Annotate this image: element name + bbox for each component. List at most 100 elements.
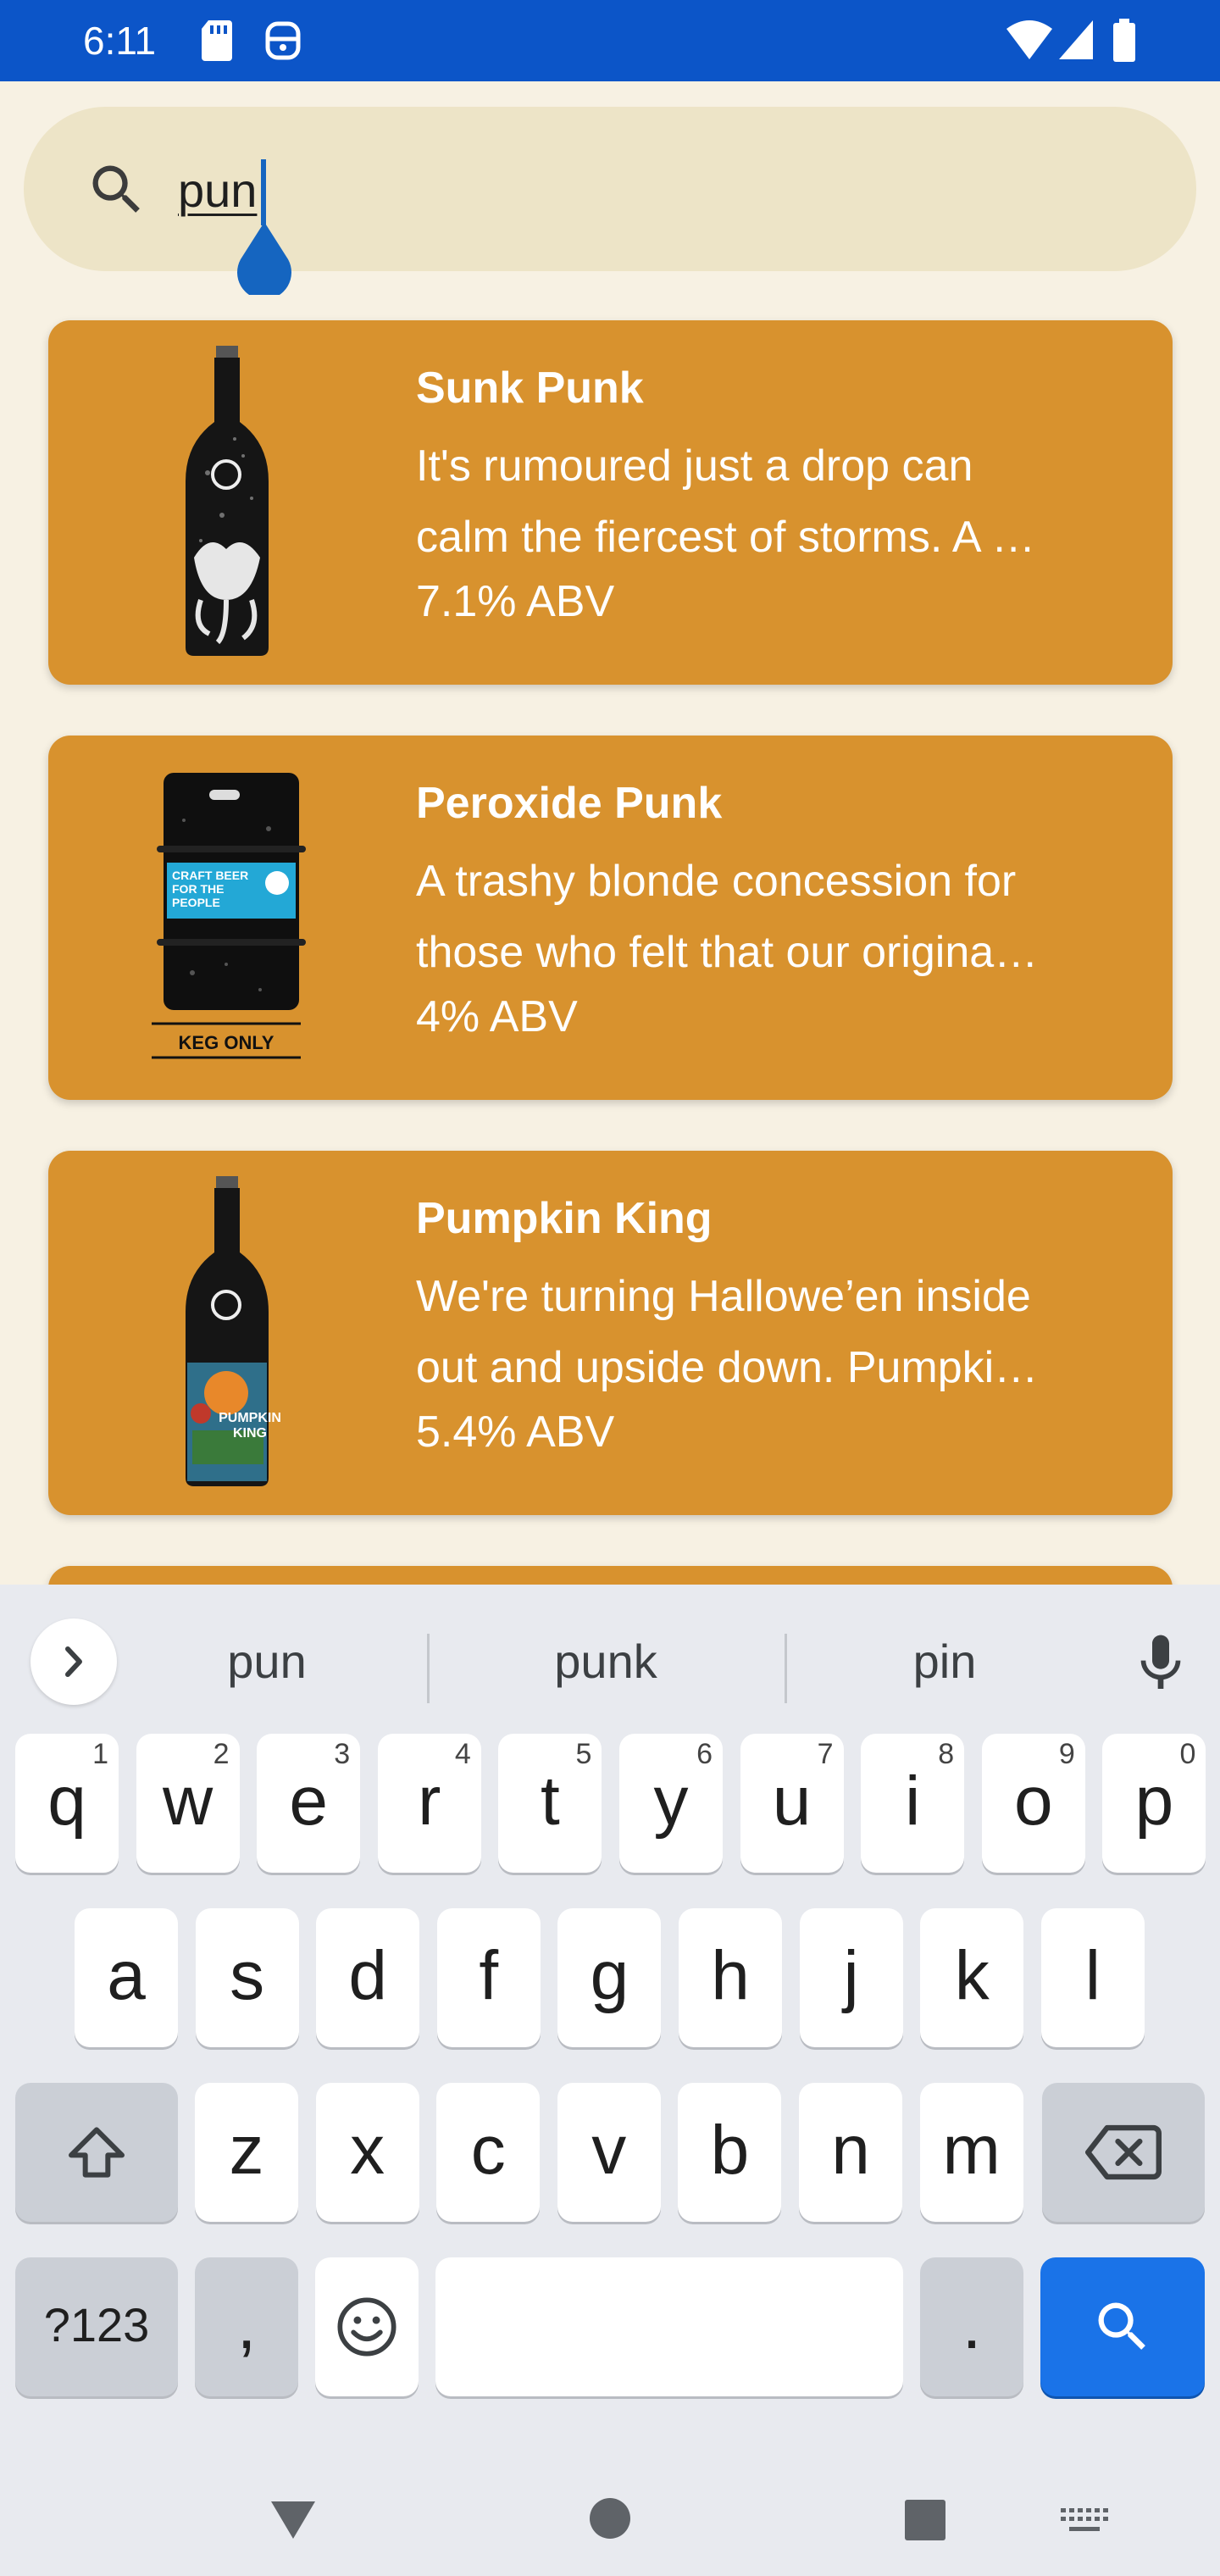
key-h[interactable]: h — [679, 1908, 782, 2047]
key-b[interactable]: b — [678, 2083, 782, 2222]
beer-description: It's rumoured just a drop can calm the f… — [416, 430, 1145, 573]
on-screen-keyboard: pun punk pin ?123 , . q1w2e3r4t5y6u7 i 8… — [0, 1585, 1220, 2576]
search-input[interactable]: pun — [178, 161, 257, 220]
key-c[interactable]: c — [436, 2083, 541, 2222]
key-hint: 6 — [696, 1738, 713, 1770]
key-y[interactable]: y6 — [619, 1734, 723, 1873]
key-label: g — [590, 1937, 629, 2014]
beer-card[interactable]: PUMPKIN KING Pumpkin King We're turning H… — [48, 1151, 1173, 1515]
key-label: d — [348, 1937, 387, 2014]
status-bar: 6:11 — [0, 0, 1220, 81]
key-o[interactable]: o9 — [981, 1734, 1085, 1873]
beer-bottle-image: PUMPKIN KING — [186, 1176, 281, 1486]
key-hint: 8 — [938, 1738, 955, 1770]
key-label: x — [350, 2112, 385, 2189]
back-icon[interactable] — [268, 2498, 319, 2542]
key-label: b — [710, 2112, 750, 2189]
search-key[interactable] — [1040, 2257, 1205, 2396]
beer-card[interactable]: Sunk Punk It's rumoured just a drop can … — [48, 320, 1173, 685]
beer-card[interactable]: CRAFT BEER FOR THE PEOPLE KEG ONLY Peroxid… — [48, 736, 1173, 1100]
key-hint: 4 — [454, 1738, 471, 1770]
key-w[interactable]: w2 — [136, 1734, 240, 1873]
beer-description-line2: calm the fiercest of storms. A … — [416, 513, 1036, 562]
key-x[interactable]: x — [315, 2083, 419, 2222]
key-hint: 5 — [575, 1738, 592, 1770]
comma-key[interactable]: , — [195, 2257, 298, 2396]
key-u[interactable]: u7 — [740, 1734, 844, 1873]
key-l[interactable]: l — [1040, 1908, 1145, 2047]
key-hint: 1 — [92, 1738, 108, 1770]
key-label: u — [772, 1763, 812, 1840]
key-n[interactable]: n — [799, 2083, 902, 2222]
wifi-icon — [1006, 20, 1052, 59]
suggestion-3[interactable]: pin — [830, 1618, 1059, 1705]
beer-description-line2: out and upside down. Pumpki… — [416, 1343, 1039, 1392]
key-j[interactable]: j — [799, 1908, 903, 2047]
key-q[interactable]: q1 — [15, 1734, 119, 1873]
beer-abv: 4% ABV — [416, 992, 578, 1041]
key-hint: 7 — [817, 1738, 834, 1770]
beer-name: Sunk Punk — [416, 364, 644, 413]
suggestion-2[interactable]: punk — [491, 1618, 720, 1705]
key-a[interactable]: a — [75, 1908, 178, 2047]
key-v[interactable]: v — [557, 2083, 661, 2222]
key-d[interactable]: d — [316, 1908, 420, 2047]
key-label: r — [418, 1763, 441, 1840]
backspace-key[interactable] — [1042, 2083, 1205, 2222]
navigation-bar — [0, 2457, 1220, 2576]
space-key[interactable] — [435, 2257, 903, 2396]
key-hint: 3 — [334, 1738, 351, 1770]
key-label: h — [711, 1937, 750, 2014]
symbols-key[interactable]: ?123 — [15, 2257, 178, 2396]
status-time: 6:11 — [83, 19, 157, 63]
search-icon — [1098, 2302, 1145, 2350]
beer-keg-image: CRAFT BEER FOR THE PEOPLE KEG ONLY — [152, 773, 306, 1059]
key-label: a — [107, 1937, 146, 2014]
period-key[interactable]: . — [920, 2257, 1023, 2396]
beer-description: We're turning Hallowe’en inside out and … — [416, 1261, 1145, 1403]
assistant-icon — [265, 21, 301, 60]
key-label: k — [954, 1937, 990, 2014]
key-g[interactable]: g — [557, 1908, 662, 2047]
keg-only-label: KEG ONLY — [179, 1032, 274, 1053]
key-k[interactable]: k — [920, 1908, 1024, 2047]
key-f[interactable]: f — [436, 1908, 541, 2047]
key-p[interactable]: p0 — [1102, 1734, 1206, 1873]
microphone-icon[interactable] — [1127, 1625, 1195, 1702]
shift-key[interactable] — [15, 2083, 178, 2222]
keyboard-switch-icon[interactable] — [1059, 2507, 1110, 2537]
suggestion-1[interactable]: pun — [152, 1618, 381, 1705]
key-r[interactable]: r4 — [377, 1734, 481, 1873]
key-label: f — [479, 1937, 499, 2014]
key-hint: 9 — [1058, 1738, 1075, 1770]
emoji-key[interactable] — [315, 2257, 419, 2396]
beer-card[interactable] — [48, 1566, 1173, 1585]
home-icon[interactable] — [588, 2496, 632, 2540]
key-s[interactable]: s — [195, 1908, 299, 2047]
beer-name: Pumpkin King — [416, 1194, 713, 1243]
key-z[interactable]: z — [195, 2083, 298, 2222]
beer-description: A trashy blonde concession for those who… — [416, 846, 1145, 988]
key-label: j — [843, 1937, 859, 2014]
beer-description-line1: A trashy blonde concession for — [416, 857, 1017, 906]
signal-icon — [1059, 20, 1093, 59]
key-label: m — [942, 2112, 1001, 2189]
key-label: l — [1084, 1937, 1101, 2014]
beer-list[interactable]: Sunk Punk It's rumoured just a drop can … — [0, 288, 1220, 1585]
key-e[interactable]: e3 — [257, 1734, 361, 1873]
key-t[interactable]: t5 — [498, 1734, 602, 1873]
key-label: z — [229, 2112, 264, 2189]
recents-icon[interactable] — [903, 2498, 947, 2542]
key-label: e — [289, 1763, 328, 1840]
key-label: o — [1013, 1763, 1053, 1840]
key-label: y — [653, 1763, 689, 1840]
suggestions-expand-button[interactable] — [30, 1618, 117, 1705]
key-label: s — [230, 1937, 265, 2014]
key-i[interactable]: i8 — [861, 1734, 965, 1873]
emoji-icon — [337, 2297, 396, 2357]
beer-abv: 5.4% ABV — [416, 1407, 615, 1457]
key-label: w — [162, 1763, 214, 1840]
shift-icon — [69, 2127, 125, 2178]
key-m[interactable]: m — [919, 2083, 1023, 2222]
cursor-handle[interactable] — [234, 222, 295, 295]
